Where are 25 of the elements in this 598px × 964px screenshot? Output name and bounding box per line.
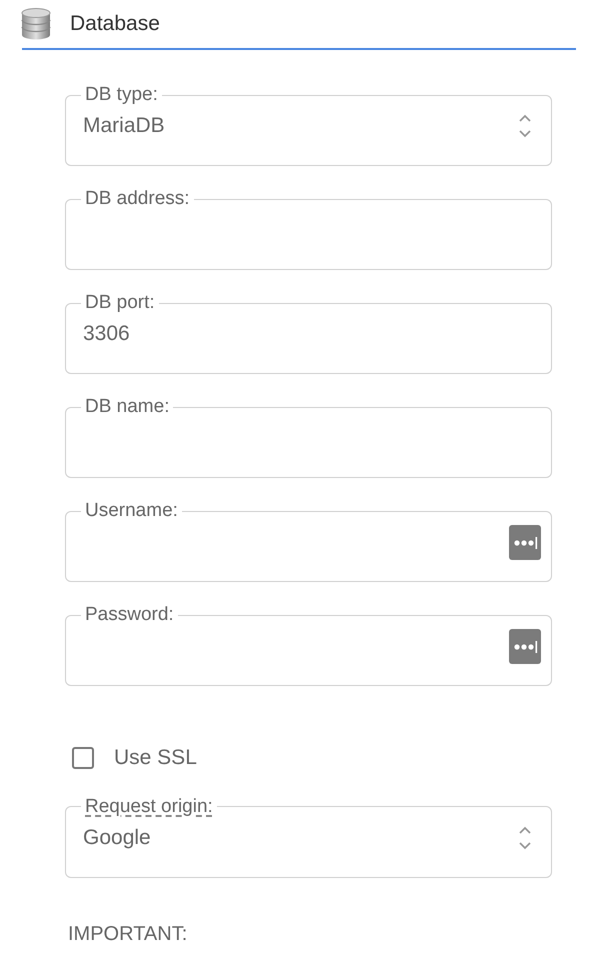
input-field[interactable]: Username: bbox=[65, 500, 552, 582]
field-label: Password: bbox=[84, 604, 175, 626]
input-field[interactable]: Password: bbox=[65, 604, 552, 686]
select-field[interactable]: Request origin: Google bbox=[65, 796, 552, 878]
field-value: Google bbox=[83, 824, 151, 851]
checkbox-label: Use SSL bbox=[114, 745, 197, 771]
checkbox[interactable] bbox=[72, 746, 94, 769]
field-label: DB name: bbox=[84, 396, 170, 418]
section-title: Database bbox=[70, 11, 160, 38]
field-label: Request origin: bbox=[84, 796, 214, 818]
field-value: MariaDB bbox=[83, 113, 165, 140]
updown-chevron-icon bbox=[518, 112, 532, 140]
field-label: DB address: bbox=[84, 188, 191, 210]
field-label: DB type: bbox=[84, 84, 159, 106]
input-field[interactable]: DB port: 3306 bbox=[65, 292, 552, 374]
input-field[interactable]: DB address: bbox=[65, 188, 552, 270]
password-manager-icon bbox=[509, 524, 541, 560]
field-label: DB port: bbox=[84, 292, 156, 314]
select-field[interactable]: DB type: MariaDB bbox=[65, 84, 552, 166]
password-manager-icon bbox=[509, 628, 541, 664]
field-value: 3306 bbox=[83, 321, 130, 348]
database-icon bbox=[20, 7, 52, 41]
important-label: IMPORTANT: bbox=[68, 924, 188, 944]
input-field[interactable]: DB name: bbox=[65, 396, 552, 478]
field-label: Username: bbox=[84, 500, 179, 522]
